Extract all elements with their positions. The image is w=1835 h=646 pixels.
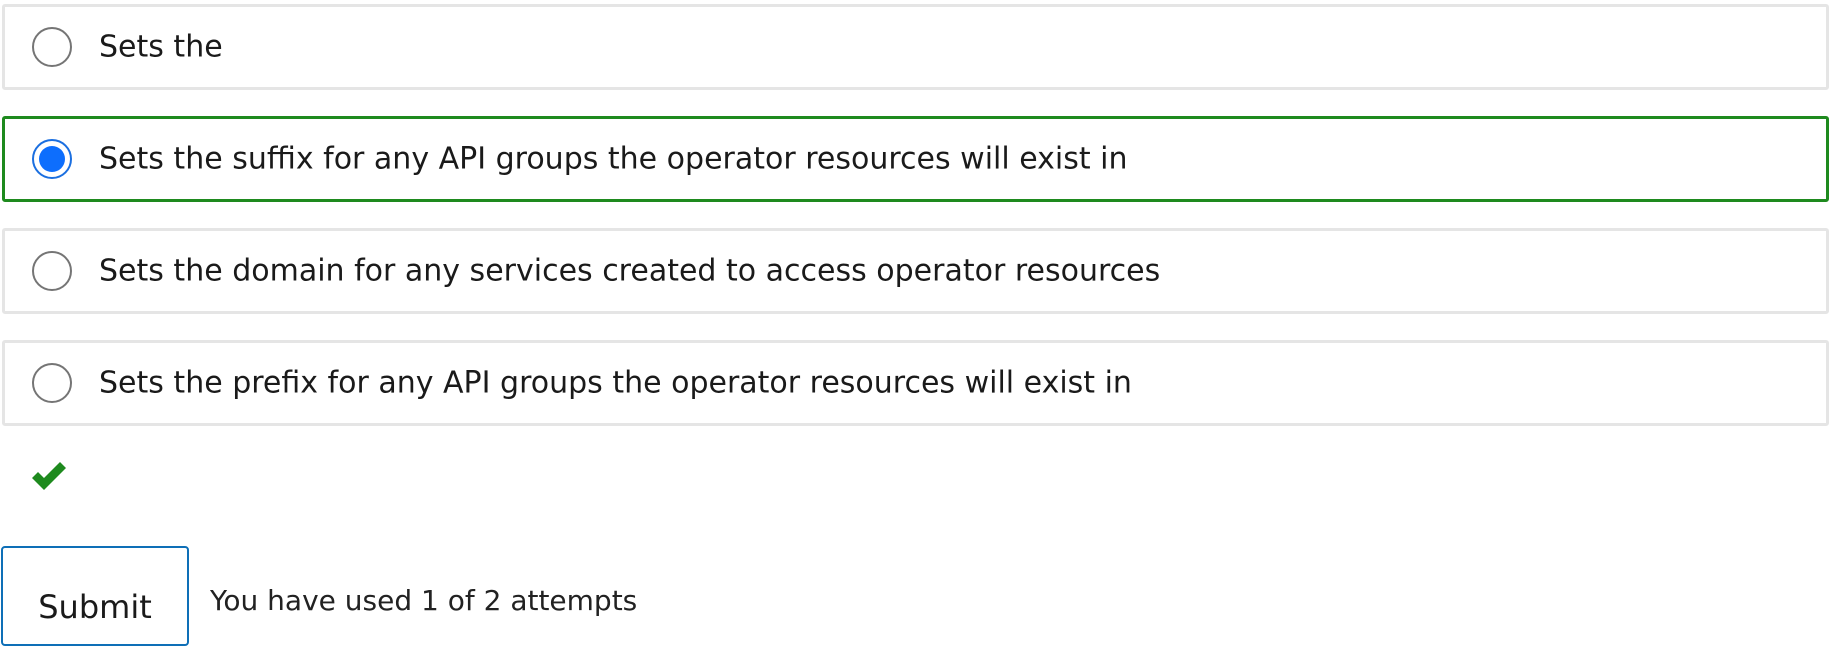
- answer-option-label: Sets the prefix for any API groups the o…: [99, 365, 1132, 401]
- answer-option-label: Sets the suffix for any API groups the o…: [99, 141, 1128, 177]
- answer-option-1[interactable]: Sets the: [2, 4, 1829, 90]
- answer-option-4[interactable]: Sets the prefix for any API groups the o…: [2, 340, 1829, 426]
- answer-option-label: Sets the domain for any services created…: [99, 253, 1161, 289]
- checkmark-icon: [32, 462, 66, 490]
- radio-button[interactable]: [32, 27, 72, 67]
- attempts-counter: You have used 1 of 2 attempts: [210, 584, 638, 617]
- radio-button[interactable]: [32, 363, 72, 403]
- radio-button-selected[interactable]: [32, 139, 72, 179]
- answer-option-2[interactable]: Sets the suffix for any API groups the o…: [2, 116, 1829, 202]
- answer-option-label: Sets the: [99, 29, 223, 65]
- answer-option-3[interactable]: Sets the domain for any services created…: [2, 228, 1829, 314]
- submit-button[interactable]: Submit: [1, 546, 189, 646]
- radio-button[interactable]: [32, 251, 72, 291]
